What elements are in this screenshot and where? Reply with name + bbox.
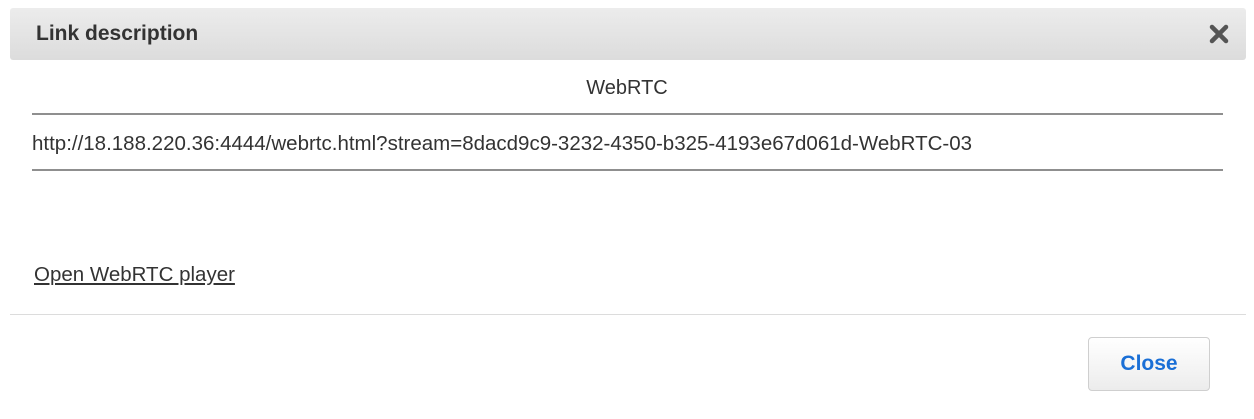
footer-divider <box>10 314 1246 315</box>
link-description-dialog: Link description WebRTC http://18.188.22… <box>0 0 1254 419</box>
stream-url-text[interactable]: http://18.188.220.36:4444/webrtc.html?st… <box>32 132 1223 156</box>
open-webrtc-player-link[interactable]: Open WebRTC player <box>34 263 235 287</box>
divider-top <box>32 113 1223 115</box>
section-title: WebRTC <box>586 77 668 99</box>
divider-bottom <box>32 169 1223 171</box>
close-x-icon[interactable] <box>1206 21 1232 47</box>
dialog-title: Link description <box>36 22 199 45</box>
dialog-header: Link description <box>10 8 1246 60</box>
close-button[interactable]: Close <box>1088 337 1210 391</box>
